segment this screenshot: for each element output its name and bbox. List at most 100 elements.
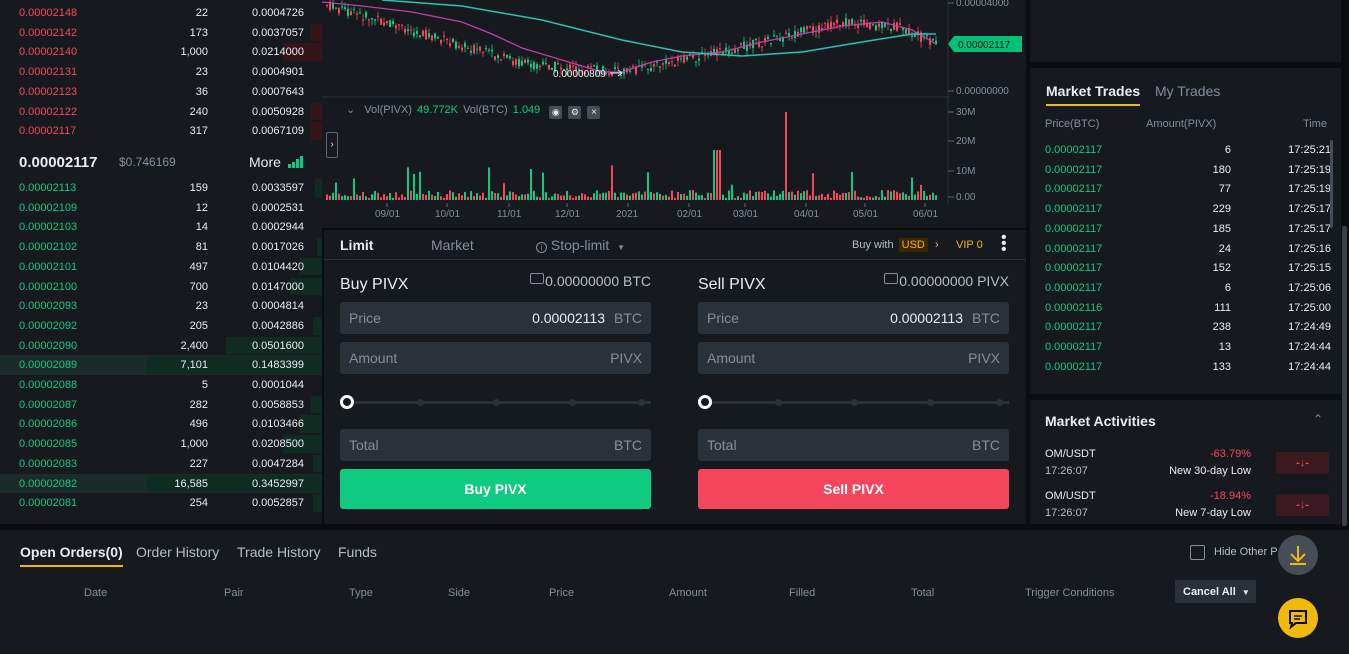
order-amount: 496 (189, 418, 208, 431)
volume-bar (731, 184, 733, 200)
buy-price-field[interactable]: Price 0.00002113 BTC (340, 302, 651, 334)
cancel-all-button[interactable]: Cancel All ▼ (1175, 580, 1256, 603)
tab-funds[interactable]: Funds (338, 544, 377, 560)
tab-market-trades[interactable]: Market Trades (1046, 83, 1141, 106)
page-scrollbar[interactable] (1342, 226, 1347, 526)
collapse-up-icon[interactable]: ⌃ (1313, 412, 1323, 426)
sell-amount-field[interactable]: Amount PIVX (698, 342, 1009, 374)
order-book-row[interactable]: 0.00002131 23 0.0004901 (0, 62, 322, 82)
buy-amount-slider[interactable] (340, 395, 651, 409)
trade-row: 0.00002117 238 17:24:49 (1045, 317, 1331, 337)
order-book-row[interactable]: 0.00002100 700 0.0147000 (0, 277, 322, 297)
expand-panel-button[interactable]: › (326, 132, 338, 158)
order-book-row[interactable]: 0.00002092 205 0.0042886 (0, 316, 322, 336)
order-price: 0.00002101 (19, 260, 78, 273)
volume-bar (683, 193, 685, 200)
order-book-row[interactable]: 0.00002103 14 0.0002944 (0, 217, 322, 237)
price-chart[interactable]: 0.00004000 0.00000000 0.00002117 0.00000… (322, 0, 1026, 228)
order-book-row[interactable]: 0.00002086 496 0.0103466 (0, 414, 322, 434)
order-book-row[interactable]: 0.00002093 23 0.0004814 (0, 296, 322, 316)
candle (794, 30, 796, 39)
order-book-row[interactable]: 0.00002102 81 0.0017026 (0, 237, 322, 257)
order-amount: 700 (189, 280, 208, 293)
vip-badge[interactable]: VIP 0 (956, 239, 983, 251)
tab-market[interactable]: Market (431, 237, 474, 253)
order-book-row[interactable]: 0.00002117 317 0.0067109 (0, 121, 322, 141)
volume-bar (914, 194, 916, 200)
volume-bar (797, 190, 799, 200)
header-spacer-panel (1030, 0, 1341, 62)
buy-amount-field[interactable]: Amount PIVX (340, 342, 651, 374)
activity-item[interactable]: OM/USDT 17:26:07 -63.79% New 30-day Low -↓- (1030, 448, 1341, 488)
slider-handle[interactable] (698, 395, 712, 409)
download-button[interactable] (1278, 535, 1318, 575)
buy-total-field[interactable]: Total BTC (340, 429, 651, 461)
time-axis-label: 10/01 (435, 209, 460, 220)
order-book-row[interactable]: 0.00002123 36 0.0007643 (0, 82, 322, 102)
sell-amount-slider[interactable] (698, 395, 1009, 409)
candle (548, 65, 550, 70)
candle (662, 63, 664, 65)
tab-my-trades[interactable]: My Trades (1155, 83, 1220, 99)
more-options-icon[interactable]: • • • (1001, 230, 1007, 258)
settings-icon[interactable]: ⚙ (568, 106, 582, 119)
volume-bar (896, 191, 898, 200)
close-icon[interactable]: × (587, 106, 601, 119)
order-total: 0.0501600 (252, 339, 304, 352)
tab-stop-limit[interactable]: i Stop-limit ▼ (536, 237, 625, 253)
order-book-row[interactable]: 0.00002122 240 0.0050928 (0, 102, 322, 122)
tab-limit[interactable]: Limit (340, 237, 373, 253)
order-book-row[interactable]: 0.00002085 1,000 0.0208500 (0, 434, 322, 454)
depth-bar (315, 179, 322, 197)
trades-scrollbar[interactable] (1330, 140, 1333, 228)
volume-bar (446, 194, 448, 200)
activities-title: Market Activities (1045, 413, 1156, 429)
order-book-row[interactable]: 0.00002142 173 0.0037057 (0, 23, 322, 43)
volume-bar (548, 197, 550, 200)
order-book-row[interactable]: 0.00002087 282 0.0058853 (0, 395, 322, 415)
candle (440, 39, 442, 44)
order-book-row[interactable]: 0.00002081 254 0.0052857 (0, 493, 322, 513)
buy-with-selector[interactable]: Buy with USD › (852, 238, 939, 252)
order-book-row[interactable]: 0.00002148 22 0.0004726 (0, 3, 322, 23)
tab-open-orders[interactable]: Open Orders(0) (20, 544, 123, 567)
order-book-row[interactable]: 0.00002113 159 0.0033597 (0, 178, 322, 198)
volume-bar (476, 193, 478, 200)
order-book-row[interactable]: 0.00002140 1,000 0.0214000 (0, 42, 322, 62)
volume-bar (428, 190, 430, 200)
collapse-chevron-icon[interactable]: ⌄ (346, 103, 355, 116)
hide-other-pairs-checkbox[interactable] (1190, 545, 1205, 560)
trade-row: 0.00002117 229 17:25:17 (1045, 199, 1331, 219)
depth-bar (317, 238, 322, 256)
candle (770, 43, 772, 45)
order-book-row[interactable]: 0.00002101 497 0.0104420 (0, 257, 322, 277)
candle (824, 22, 826, 24)
order-book-row[interactable]: 0.00002082 16,585 0.3452997 (0, 473, 322, 494)
volume-bar (494, 193, 496, 200)
col-date: Date (84, 587, 108, 599)
candle (407, 29, 409, 32)
slider-handle[interactable] (340, 395, 354, 409)
volume-bar (455, 196, 457, 200)
more-button[interactable]: More (249, 154, 304, 170)
order-book-row[interactable]: 0.00002090 2,400 0.0501600 (0, 336, 322, 356)
order-book-row[interactable]: 0.00002089 7,101 0.1483399 (0, 355, 322, 375)
buy-price-value: 0.00002113 (532, 310, 605, 326)
sell-button[interactable]: Sell PIVX (698, 469, 1009, 509)
chat-button[interactable] (1278, 598, 1318, 638)
buy-button[interactable]: Buy PIVX (340, 469, 651, 509)
volume-bar (665, 194, 667, 200)
candle (464, 42, 466, 48)
tab-trade-history[interactable]: Trade History (237, 544, 321, 560)
sell-price-field[interactable]: Price 0.00002113 BTC (698, 302, 1009, 334)
volume-bar (794, 194, 796, 200)
order-book-row[interactable]: 0.00002083 227 0.0047284 (0, 454, 322, 474)
volume-bar (383, 194, 385, 200)
candle (545, 63, 547, 65)
order-book-row[interactable]: 0.00002109 12 0.0002531 (0, 198, 322, 218)
sell-total-field[interactable]: Total BTC (698, 429, 1009, 461)
order-book-row[interactable]: 0.00002088 5 0.0001044 (0, 375, 322, 395)
activity-item[interactable]: OM/USDT 17:26:07 -18.94% New 7-day Low -↓- (1030, 490, 1341, 530)
eye-icon[interactable]: ◉ (549, 106, 563, 119)
tab-order-history[interactable]: Order History (136, 544, 219, 560)
